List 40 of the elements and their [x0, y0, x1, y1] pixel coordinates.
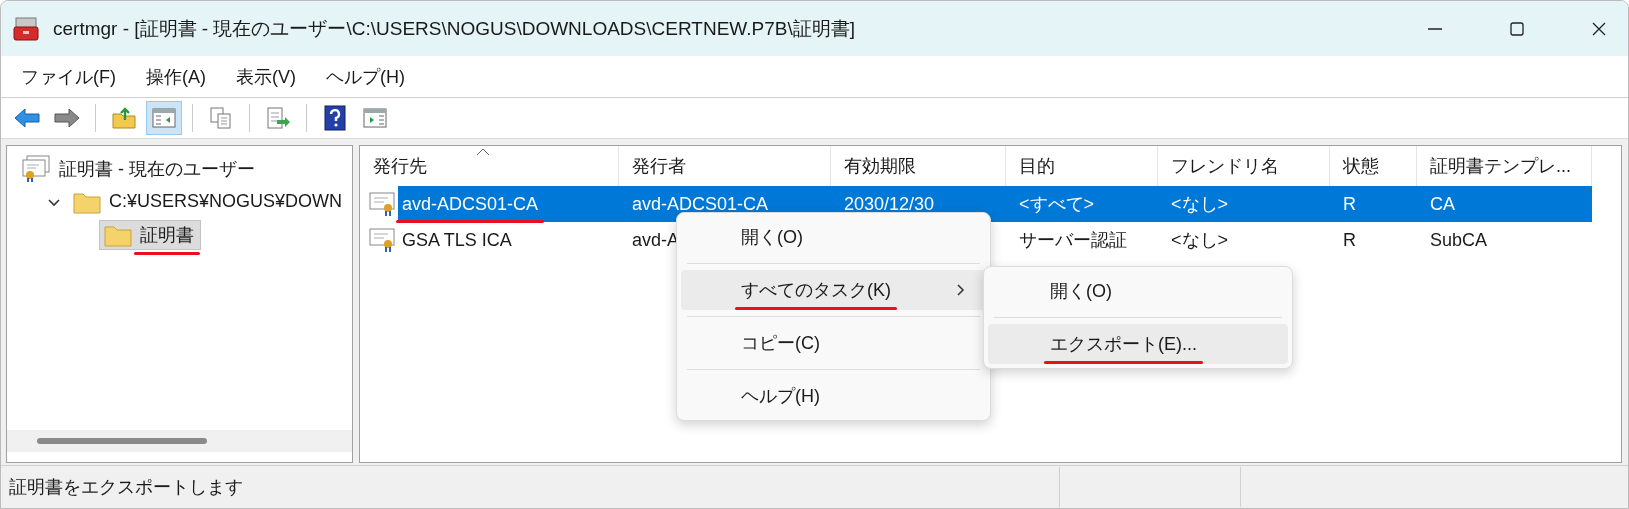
scrollbar-thumb[interactable]: [37, 438, 207, 444]
menu-item[interactable]: エクスポート(E)...: [988, 324, 1288, 364]
table-cell: 2030/12/30: [844, 193, 935, 215]
copy-icon: [208, 106, 234, 130]
menu-item[interactable]: ヘルプ(H): [326, 64, 405, 89]
table-cell: avd-ADCS01-CA: [632, 193, 769, 215]
table-cell: R: [1343, 229, 1356, 251]
maximize-icon[interactable]: [1508, 19, 1526, 38]
back-arrow-icon: [13, 106, 41, 130]
menu-item[interactable]: ファイル(F): [21, 64, 116, 89]
certificate-icon: [368, 227, 396, 253]
export-list-icon: [265, 106, 291, 130]
tree-item[interactable]: C:¥USERS¥NOGUS¥DOWN: [69, 187, 349, 216]
toolbox-icon: [13, 16, 39, 41]
pane-icon: [362, 106, 388, 130]
help-icon: [324, 105, 346, 131]
table-cell-text: <すべて>: [1019, 193, 1095, 216]
table-cell[interactable]: avd-ADCS01-CA: [398, 186, 619, 222]
table-cell[interactable]: GSA TLS ICA: [398, 222, 619, 258]
tree-item[interactable]: 証明書 - 現在のユーザー: [17, 152, 261, 185]
menu-item[interactable]: 操作(A): [146, 64, 206, 89]
table-cell: CA: [1430, 193, 1455, 215]
folder-up-icon: [111, 106, 137, 130]
menu-item[interactable]: コピー(C): [681, 323, 986, 363]
window-title: certmgr - [証明書 - 現在のユーザー\C:\USERS\NOGUS\DOWNLOADS\CERTNEW.P7B\証明書]: [53, 16, 855, 41]
table-cell-text: サーバー認証: [1019, 229, 1127, 252]
menu-item[interactable]: 開く(O): [681, 217, 986, 257]
table-cell: R: [1343, 193, 1356, 215]
menu-item[interactable]: すべてのタスク(K): [681, 270, 986, 310]
table-cell-text: <なし>: [1171, 229, 1229, 252]
table-cell-text: <なし>: [1171, 193, 1229, 216]
certificate-icon: [368, 191, 396, 217]
status-text: 証明書をエクスポートします: [8, 476, 244, 499]
menu-item[interactable]: 開く(O): [988, 271, 1288, 311]
pane-icon: [151, 106, 177, 130]
certificate-icon: [21, 154, 51, 183]
menu-item[interactable]: 表示(V): [236, 64, 296, 89]
menu-item[interactable]: ヘルプ(H): [681, 376, 986, 416]
forward-arrow-icon: [53, 106, 81, 130]
table-cell: SubCA: [1430, 229, 1488, 251]
